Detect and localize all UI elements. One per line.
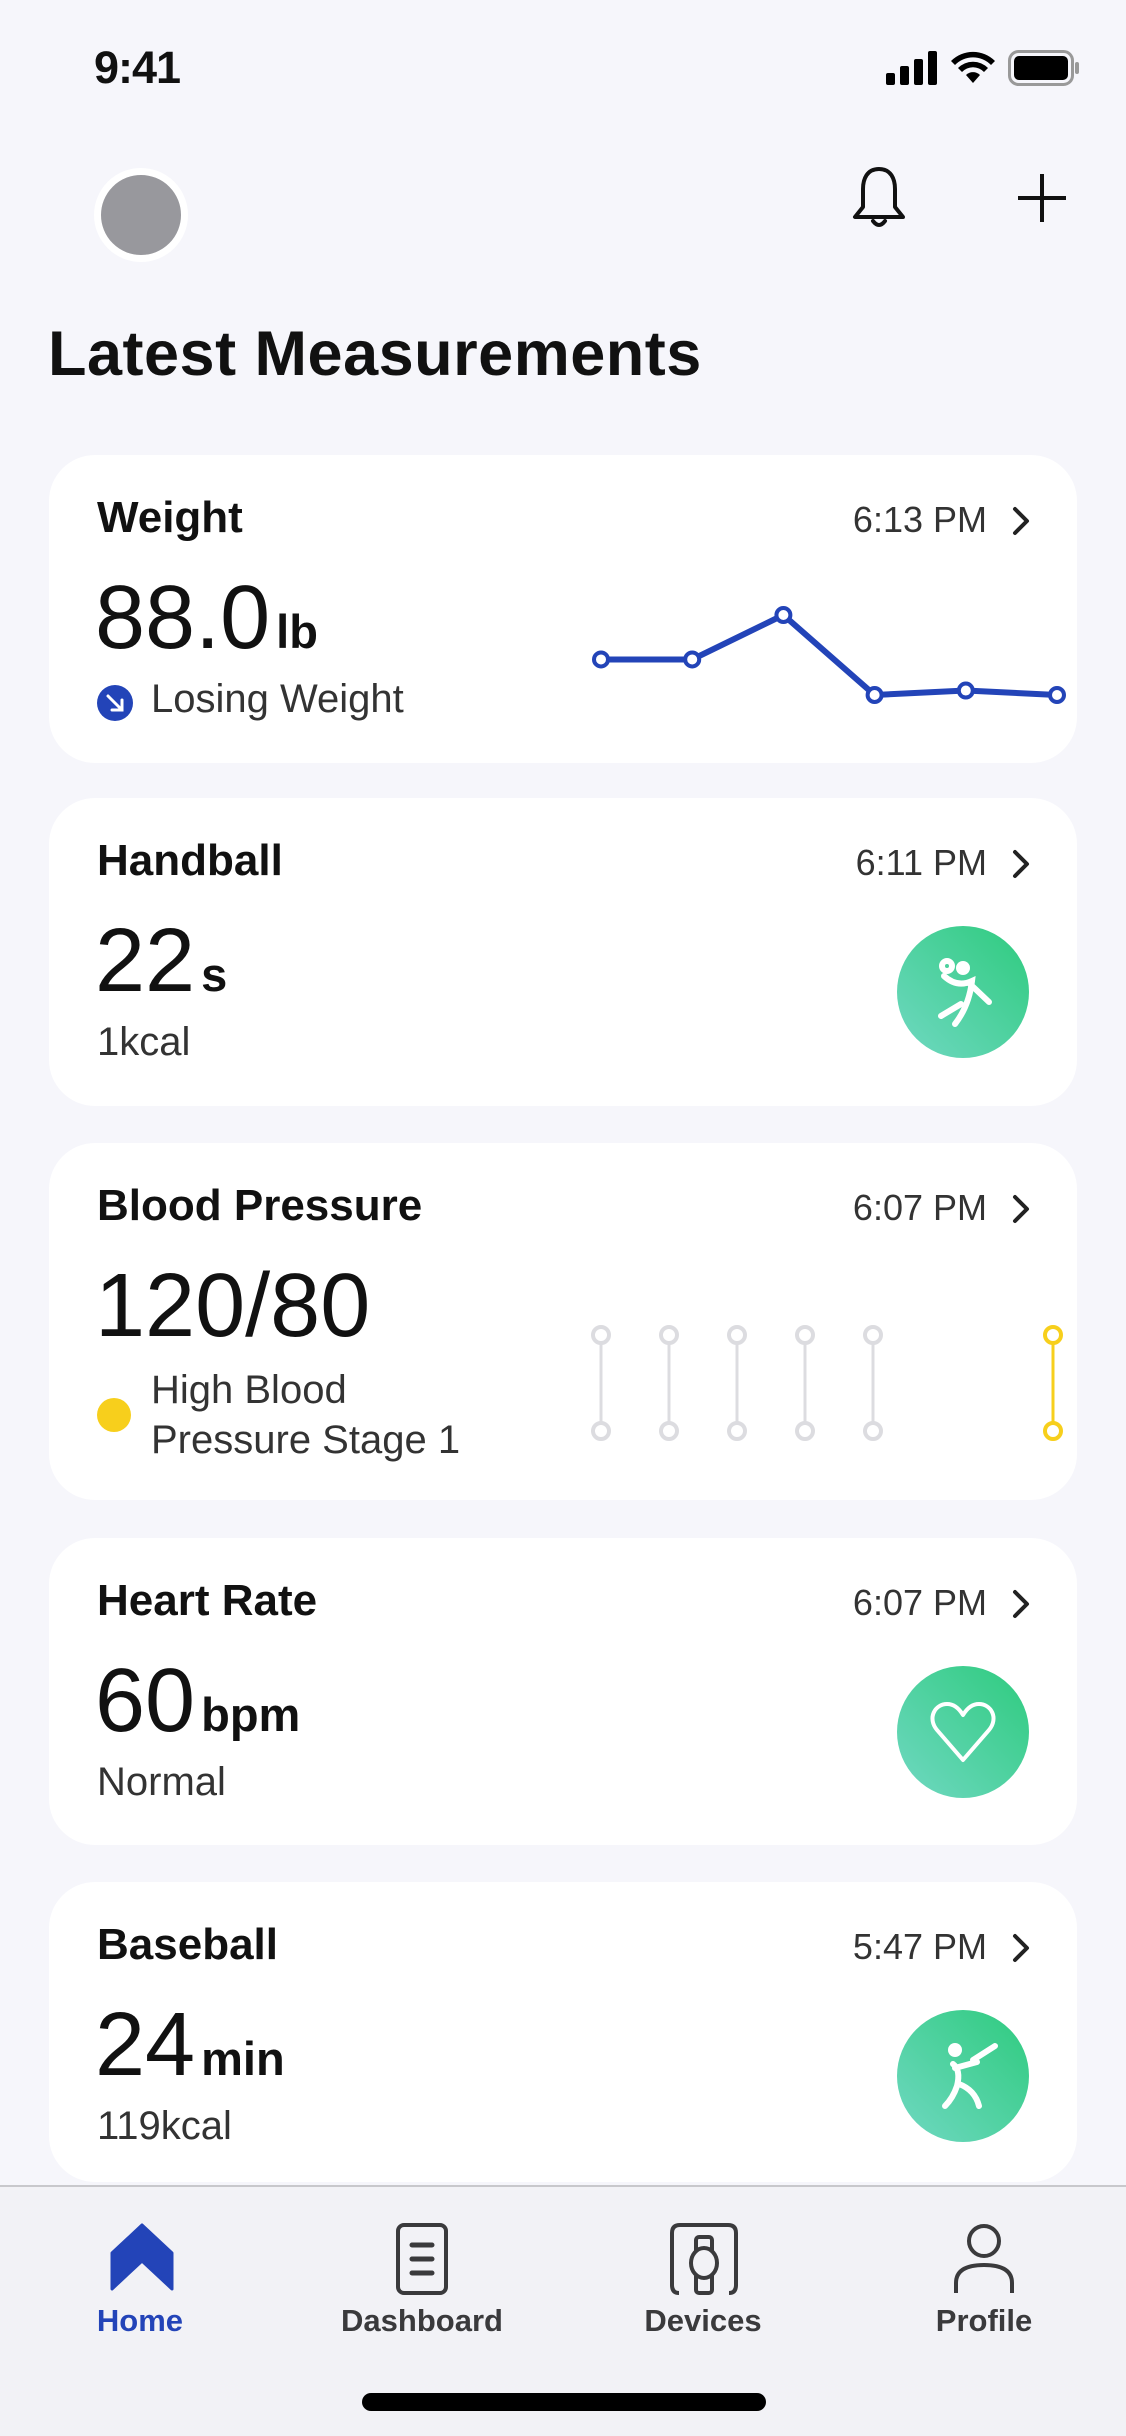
bp-reading xyxy=(727,1325,747,1441)
card-time: 6:11 PM xyxy=(855,842,987,883)
home-icon xyxy=(110,2223,174,2291)
card-time: 6:07 PM xyxy=(852,1187,987,1228)
avatar[interactable] xyxy=(94,168,188,262)
card-time: 6:13 PM xyxy=(852,499,987,540)
baseball-icon xyxy=(897,2010,1029,2142)
card-title: Handball xyxy=(97,836,283,885)
status-icons xyxy=(886,50,1080,86)
trend-point xyxy=(683,650,702,669)
bp-reading xyxy=(659,1325,679,1441)
bp-reading xyxy=(795,1325,815,1441)
notifications-bell-icon[interactable] xyxy=(850,165,908,233)
chevron-right-icon xyxy=(1013,1590,1029,1618)
handball-calories: 1kcal xyxy=(97,1020,191,1064)
handball-card[interactable]: Handball 6:11 PM 22 s 1kcal xyxy=(49,798,1077,1106)
chevron-right-icon xyxy=(1013,1934,1029,1962)
trend-point xyxy=(956,681,975,700)
baseball-card[interactable]: Baseball 5:47 PM 24 min 119kcal xyxy=(49,1882,1077,2182)
weight-value: 88.0 lb xyxy=(95,568,318,668)
weight-trend-chart xyxy=(592,606,1066,704)
profile-icon xyxy=(954,2224,1014,2293)
handball-icon xyxy=(897,926,1029,1058)
chevron-right-icon xyxy=(1013,1195,1029,1223)
nav-label: Profile xyxy=(935,2303,1033,2338)
baseball-calories: 119kcal xyxy=(97,2104,232,2148)
baseball-value: 24 min xyxy=(95,1995,285,2095)
trend-point xyxy=(865,686,884,704)
heart-icon xyxy=(897,1666,1029,1798)
wifi-icon xyxy=(951,51,995,83)
blood-pressure-history-chart xyxy=(591,1325,1063,1441)
card-title: Heart Rate xyxy=(97,1576,318,1625)
signal-icon xyxy=(886,51,937,85)
weight-card[interactable]: Weight 6:13 PM 88.0 lb Losing Weight xyxy=(49,455,1077,763)
home-indicator xyxy=(362,2393,766,2411)
weight-status: Losing Weight xyxy=(151,677,404,721)
bp-reading xyxy=(863,1325,883,1441)
heart-rate-card[interactable]: Heart Rate 6:07 PM 60 bpm Normal xyxy=(49,1538,1077,1845)
watch-device-icon xyxy=(670,2223,738,2295)
add-icon[interactable] xyxy=(1014,170,1070,226)
trend-point xyxy=(592,650,610,669)
page-title: Latest Measurements xyxy=(48,319,702,389)
nav-label: Dashboard xyxy=(341,2303,503,2338)
card-time: 5:47 PM xyxy=(852,1926,987,1967)
bp-reading-current xyxy=(1043,1325,1063,1441)
blood-pressure-status: High Blood Pressure Stage 1 xyxy=(151,1368,461,1462)
blood-pressure-card[interactable]: Blood Pressure 6:07 PM 120/80 High Blood… xyxy=(49,1143,1077,1500)
dashboard-icon xyxy=(396,2223,448,2295)
trend-line xyxy=(601,612,1058,698)
blood-pressure-value: 120/80 xyxy=(95,1256,371,1356)
trend-point xyxy=(1048,686,1066,704)
arrow-down-right-icon xyxy=(97,685,133,721)
bp-reading xyxy=(591,1325,611,1441)
chevron-right-icon xyxy=(1013,850,1029,878)
status-dot-icon xyxy=(97,1398,131,1432)
heart-rate-status: Normal xyxy=(97,1760,226,1804)
card-title: Baseball xyxy=(97,1920,278,1969)
card-title: Blood Pressure xyxy=(97,1181,423,1230)
chevron-right-icon xyxy=(1013,507,1029,535)
card-time: 6:07 PM xyxy=(852,1582,987,1623)
nav-label: Devices xyxy=(644,2303,762,2338)
nav-label: Home xyxy=(96,2303,184,2338)
heart-rate-value: 60 bpm xyxy=(95,1651,301,1751)
status-time: 9:41 xyxy=(94,42,181,93)
card-title: Weight xyxy=(97,493,243,542)
trend-point xyxy=(774,606,793,624)
handball-value: 22 s xyxy=(95,911,228,1011)
battery-icon xyxy=(1008,50,1079,86)
